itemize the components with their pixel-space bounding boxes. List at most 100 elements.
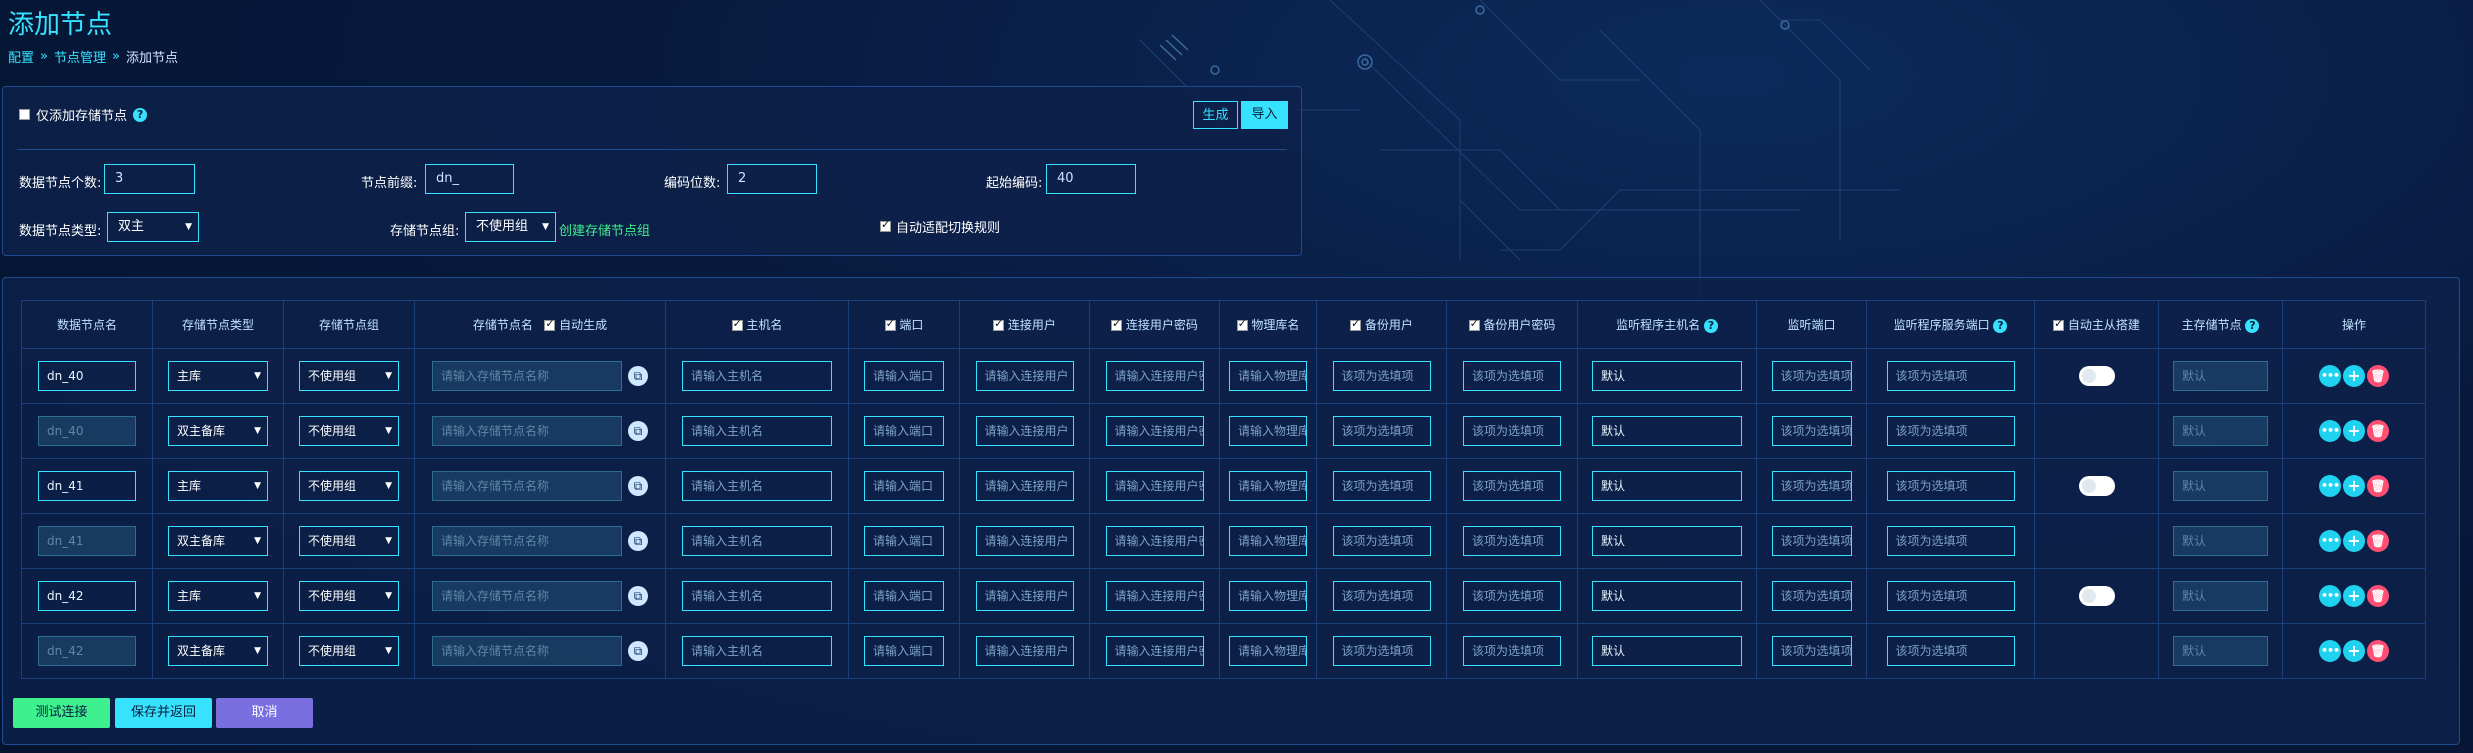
more-icon[interactable]: ••• — [2319, 475, 2341, 497]
backup-password-input[interactable]: 该项为选填项 — [1463, 526, 1561, 556]
more-icon[interactable]: ••• — [2319, 365, 2341, 387]
listener-port-input[interactable]: 该项为选填项 — [1771, 526, 1852, 556]
storage-group-select[interactable]: 不使用组 ▼ — [299, 636, 399, 666]
copy-icon[interactable]: ⧉ — [628, 531, 648, 551]
backup-user-input[interactable]: 该项为选填项 — [1332, 416, 1431, 446]
db-name-input[interactable]: 请输入物理库名 — [1229, 636, 1307, 666]
auto-master-slave-toggle[interactable] — [2078, 586, 2115, 606]
listener-host-input[interactable]: 默认 — [1592, 361, 1742, 391]
backup-user-input[interactable]: 该项为选填项 — [1332, 361, 1431, 391]
password-input[interactable]: 请输入连接用户密码 — [1105, 471, 1204, 501]
data-node-name-input[interactable]: dn_40 — [38, 416, 136, 446]
cancel-button[interactable]: 取消 — [216, 698, 313, 728]
db-name-input[interactable]: 请输入物理库名 — [1229, 526, 1307, 556]
port-input[interactable]: 请输入端口 — [864, 581, 944, 611]
copy-icon[interactable]: ⧉ — [628, 366, 648, 386]
user-input[interactable]: 请输入连接用户 — [975, 636, 1074, 666]
master-node-input[interactable]: 默认 — [2173, 581, 2268, 611]
delete-icon[interactable]: 🗑 — [2367, 530, 2389, 552]
listener-service-port-input[interactable]: 该项为选填项 — [1886, 636, 2015, 666]
password-input[interactable]: 请输入连接用户密码 — [1105, 416, 1204, 446]
help-icon[interactable]: ? — [1703, 318, 1718, 333]
master-node-input[interactable]: 默认 — [2173, 416, 2268, 446]
backup-password-input[interactable]: 该项为选填项 — [1463, 581, 1561, 611]
backup-user-input[interactable]: 该项为选填项 — [1332, 636, 1431, 666]
listener-host-input[interactable]: 默认 — [1592, 526, 1742, 556]
backup-user-input[interactable]: 该项为选填项 — [1332, 471, 1431, 501]
host-input[interactable]: 请输入主机名 — [682, 361, 832, 391]
password-input[interactable]: 请输入连接用户密码 — [1105, 526, 1204, 556]
generate-button[interactable]: 生成 — [1193, 101, 1238, 129]
host-input[interactable]: 请输入主机名 — [682, 471, 832, 501]
storage-group-select[interactable]: 不使用组 ▼ — [299, 526, 399, 556]
delete-icon[interactable]: 🗑 — [2367, 420, 2389, 442]
code-digits-input[interactable]: 2 — [727, 164, 817, 194]
help-icon[interactable]: ? — [133, 107, 148, 122]
storage-only-option[interactable]: 仅添加存储节点 ? — [19, 105, 148, 124]
master-node-input[interactable]: 默认 — [2173, 526, 2268, 556]
delete-icon[interactable]: 🗑 — [2367, 585, 2389, 607]
import-button[interactable]: 导入 — [1241, 101, 1288, 129]
auto-switch-option[interactable]: 自动适配切换规则 — [880, 217, 1000, 236]
storage-only-checkbox[interactable] — [19, 109, 30, 120]
port-input[interactable]: 请输入端口 — [864, 471, 944, 501]
master-node-input[interactable]: 默认 — [2173, 636, 2268, 666]
listener-service-port-input[interactable]: 该项为选填项 — [1886, 361, 2015, 391]
backup-password-input[interactable]: 该项为选填项 — [1463, 416, 1561, 446]
user-input[interactable]: 请输入连接用户 — [975, 526, 1074, 556]
listener-host-input[interactable]: 默认 — [1592, 636, 1742, 666]
auto-switch-checkbox[interactable] — [880, 218, 891, 232]
auto-generate-checkbox[interactable] — [544, 317, 556, 331]
add-icon[interactable]: + — [2343, 530, 2365, 552]
port-input[interactable]: 请输入端口 — [864, 416, 944, 446]
listener-service-port-input[interactable]: 该项为选填项 — [1886, 416, 2015, 446]
data-node-name-input[interactable]: dn_42 — [38, 636, 136, 666]
master-node-input[interactable]: 默认 — [2173, 471, 2268, 501]
listener-host-input[interactable]: 默认 — [1592, 471, 1742, 501]
copy-icon[interactable]: ⧉ — [628, 641, 648, 661]
listener-host-input[interactable]: 默认 — [1592, 581, 1742, 611]
listener-port-input[interactable]: 该项为选填项 — [1771, 361, 1852, 391]
storage-type-select[interactable]: 主库 ▼ — [168, 361, 268, 391]
storage-name-input[interactable]: 请输入存储节点名称 — [432, 581, 622, 611]
port-input[interactable]: 请输入端口 — [864, 526, 944, 556]
listener-port-input[interactable]: 该项为选填项 — [1771, 636, 1852, 666]
storage-name-input[interactable]: 请输入存储节点名称 — [432, 361, 622, 391]
db-name-input[interactable]: 请输入物理库名 — [1229, 471, 1307, 501]
listener-service-port-input[interactable]: 该项为选填项 — [1886, 526, 2015, 556]
storage-group-select[interactable]: 不使用组 ▼ — [465, 212, 556, 242]
host-input[interactable]: 请输入主机名 — [682, 581, 832, 611]
storage-type-select[interactable]: 双主备库 ▼ — [168, 526, 268, 556]
storage-group-select[interactable]: 不使用组 ▼ — [299, 581, 399, 611]
more-icon[interactable]: ••• — [2319, 585, 2341, 607]
node-count-input[interactable]: 3 — [104, 164, 195, 194]
password-column-checkbox[interactable] — [1111, 317, 1123, 331]
start-code-input[interactable]: 40 — [1046, 164, 1136, 194]
port-input[interactable]: 请输入端口 — [864, 636, 944, 666]
user-input[interactable]: 请输入连接用户 — [975, 471, 1074, 501]
auto-master-slave-toggle[interactable] — [2078, 476, 2115, 496]
backup-password-input[interactable]: 该项为选填项 — [1463, 636, 1561, 666]
listener-port-input[interactable]: 该项为选填项 — [1771, 416, 1852, 446]
storage-group-select[interactable]: 不使用组 ▼ — [299, 471, 399, 501]
add-icon[interactable]: + — [2343, 475, 2365, 497]
db-column-checkbox[interactable] — [1236, 317, 1248, 331]
storage-name-input[interactable]: 请输入存储节点名称 — [432, 636, 622, 666]
host-input[interactable]: 请输入主机名 — [682, 416, 832, 446]
user-input[interactable]: 请输入连接用户 — [975, 361, 1074, 391]
listener-service-port-input[interactable]: 该项为选填项 — [1886, 471, 2015, 501]
storage-name-input[interactable]: 请输入存储节点名称 — [432, 526, 622, 556]
user-column-checkbox[interactable] — [993, 317, 1005, 331]
storage-type-select[interactable]: 主库 ▼ — [168, 581, 268, 611]
backup-user-input[interactable]: 该项为选填项 — [1332, 581, 1431, 611]
listener-port-input[interactable]: 该项为选填项 — [1771, 471, 1852, 501]
copy-icon[interactable]: ⧉ — [628, 421, 648, 441]
backup-password-input[interactable]: 该项为选填项 — [1463, 471, 1561, 501]
backup-user-input[interactable]: 该项为选填项 — [1332, 526, 1431, 556]
copy-icon[interactable]: ⧉ — [628, 586, 648, 606]
password-input[interactable]: 请输入连接用户密码 — [1105, 361, 1204, 391]
storage-name-input[interactable]: 请输入存储节点名称 — [432, 416, 622, 446]
storage-group-select[interactable]: 不使用组 ▼ — [299, 416, 399, 446]
more-icon[interactable]: ••• — [2319, 420, 2341, 442]
storage-group-select[interactable]: 不使用组 ▼ — [299, 361, 399, 391]
